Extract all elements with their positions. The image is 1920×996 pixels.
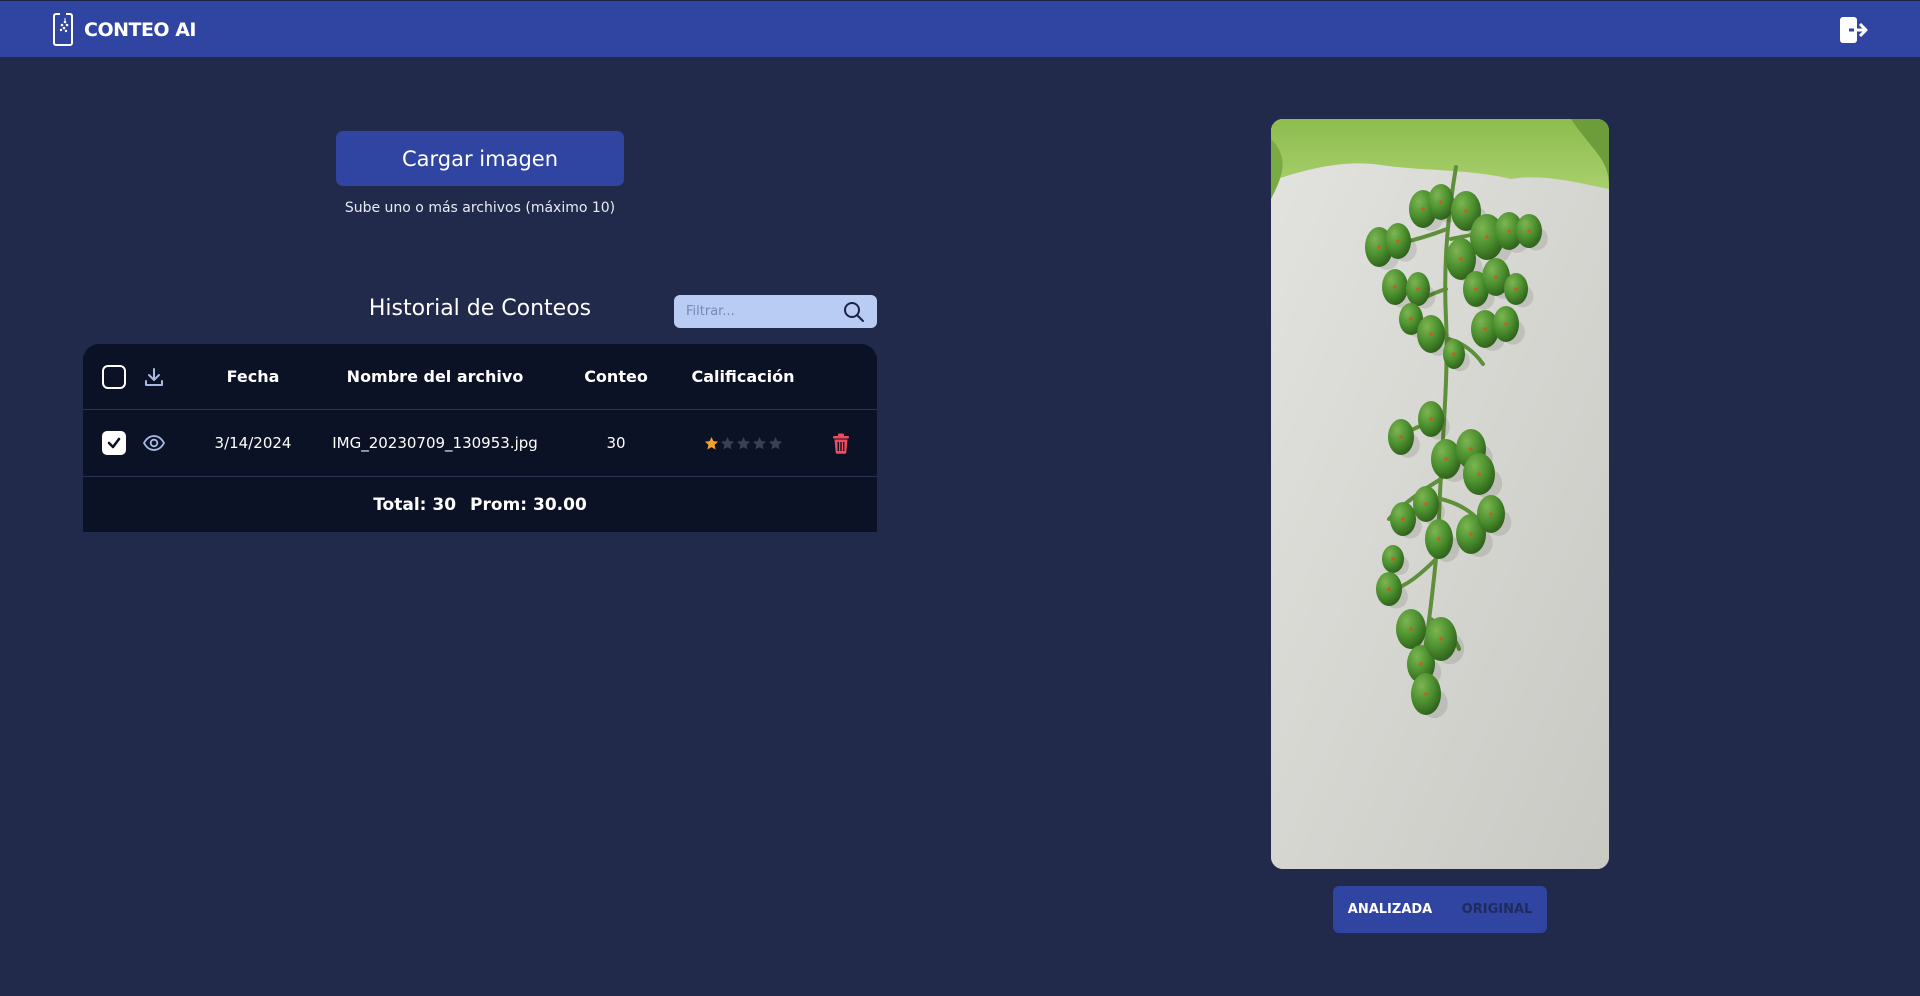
brand-name: CONTEO AI — [84, 19, 196, 41]
upload-image-button[interactable]: Cargar imagen — [336, 131, 624, 186]
brand[interactable]: CONTEO AI — [52, 13, 196, 47]
table-row[interactable]: 3/14/2024 IMG_20230709_130953.jpg 30 — [83, 410, 877, 477]
grape-cluster-image — [1271, 119, 1609, 869]
rating-stars[interactable] — [704, 436, 783, 451]
col-rating[interactable]: Calificación — [673, 344, 813, 409]
star-empty-icon[interactable] — [752, 436, 767, 451]
col-date[interactable]: Fecha — [193, 344, 313, 409]
select-all-checkbox[interactable] — [102, 364, 126, 389]
star-empty-icon[interactable] — [768, 436, 783, 451]
row-checkbox[interactable] — [102, 431, 126, 455]
total-count: Total: 30 — [373, 494, 457, 515]
analyzed-toggle-button[interactable]: ANALIZADA — [1333, 886, 1447, 933]
filter-input[interactable] — [674, 295, 839, 328]
star-empty-icon[interactable] — [736, 436, 751, 451]
analyzed-image — [1271, 119, 1609, 869]
table-footer: Total: 30 Prom: 30.00 — [83, 477, 877, 532]
upload-hint: Sube uno o más archivos (máximo 10) — [344, 200, 616, 216]
star-filled-icon[interactable] — [704, 436, 719, 451]
phone-grape-icon — [53, 13, 73, 46]
top-bar: CONTEO AI — [0, 0, 1920, 57]
image-view-toggle: ANALIZADA ORIGINAL — [1333, 886, 1547, 933]
history-title: Historial de Conteos — [368, 296, 592, 321]
table-header: Fecha Nombre del archivo Conteo Califica… — [83, 344, 877, 410]
row-date: 3/14/2024 — [214, 434, 292, 452]
trash-icon[interactable] — [832, 433, 850, 454]
col-filename[interactable]: Nombre del archivo — [324, 344, 546, 409]
search-icon[interactable] — [843, 301, 865, 323]
average-count: Prom: 30.00 — [470, 494, 587, 515]
row-count: 30 — [606, 434, 626, 452]
logout-icon[interactable] — [1838, 15, 1868, 45]
history-table: Fecha Nombre del archivo Conteo Califica… — [83, 344, 877, 532]
original-toggle-button[interactable]: ORIGINAL — [1447, 886, 1547, 933]
row-filename: IMG_20230709_130953.jpg — [332, 434, 538, 452]
eye-icon[interactable] — [142, 431, 166, 455]
download-icon[interactable] — [143, 366, 165, 388]
col-count[interactable]: Conteo — [566, 344, 666, 409]
filter-box — [674, 295, 877, 328]
checkmark-icon — [107, 437, 121, 449]
star-empty-icon[interactable] — [720, 436, 735, 451]
